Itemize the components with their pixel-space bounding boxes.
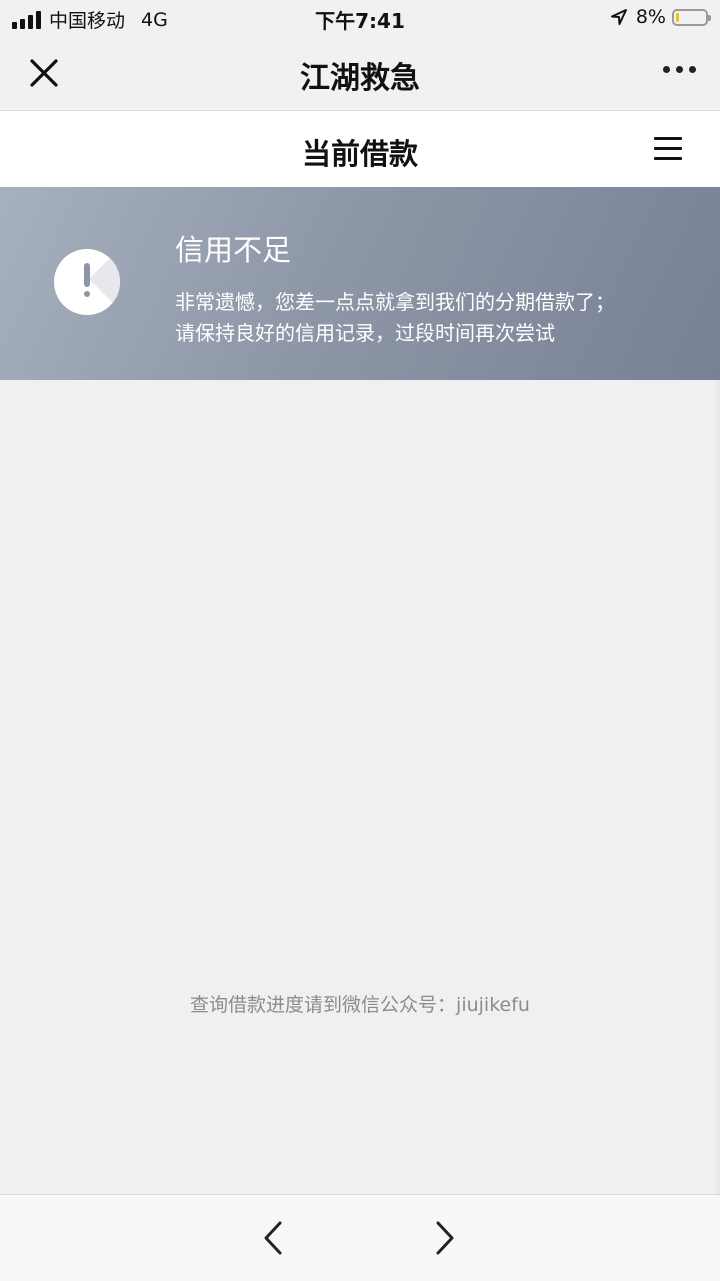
hamburger-menu-icon[interactable] xyxy=(654,137,682,161)
battery-icon xyxy=(672,8,711,26)
chevron-right-icon[interactable] xyxy=(430,1219,460,1257)
exclamation-circle-icon xyxy=(54,249,120,315)
page-title: 江湖救急 xyxy=(300,61,420,96)
more-dots-icon[interactable] xyxy=(663,66,696,73)
chevron-left-icon[interactable] xyxy=(258,1219,288,1257)
section-title: 当前借款 xyxy=(301,137,418,171)
battery-percent: 8% xyxy=(635,6,666,28)
wechat-hint-text: 查询借款进度请到微信公众号：jiujikefu xyxy=(190,994,530,1016)
location-arrow-icon xyxy=(610,9,627,25)
alert-message-line-1: 非常遗憾，您差一点点就拿到我们的分期借款了； xyxy=(175,290,615,314)
credit-alert-banner: 信用不足 非常遗憾，您差一点点就拿到我们的分期借款了； 请保持良好的信用记录，过… xyxy=(0,187,720,380)
alert-message-line-2: 请保持良好的信用记录，过段时间再次尝试 xyxy=(175,321,555,345)
status-right: 8% xyxy=(610,6,711,28)
sub-header: 当前借款 xyxy=(0,111,720,187)
alert-title: 信用不足 xyxy=(175,233,292,267)
bottom-nav-bar xyxy=(0,1194,720,1281)
edge-shade xyxy=(714,380,720,1194)
nav-bar: 江湖救急 xyxy=(0,36,720,111)
battery-fill xyxy=(676,12,679,22)
status-bar: 中国移动 4G 下午7:41 8% xyxy=(0,0,720,36)
